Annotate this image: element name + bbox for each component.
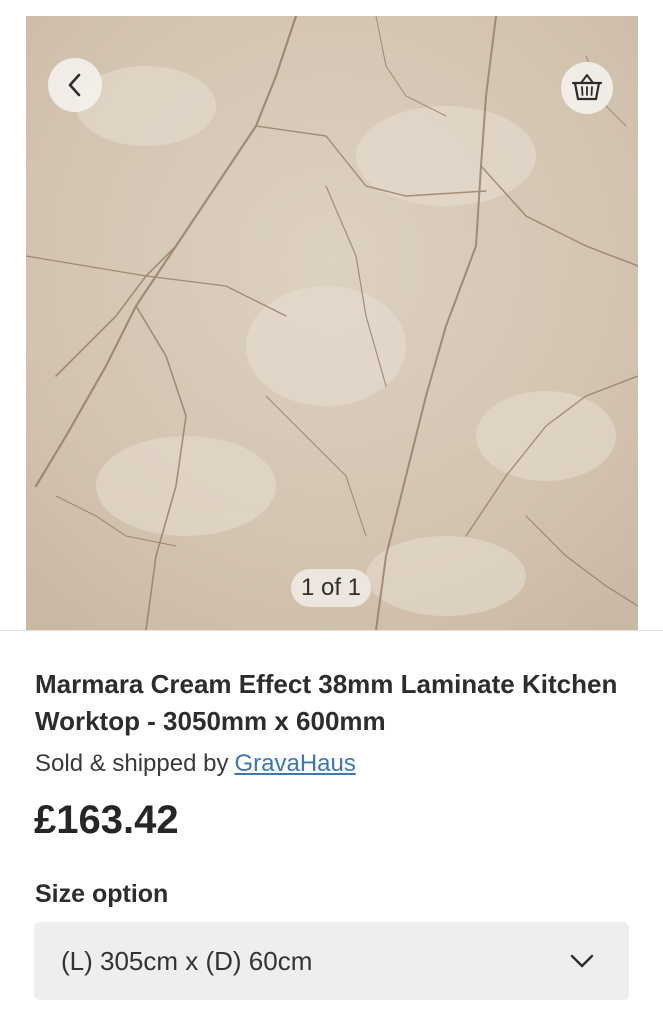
image-counter: 1 of 1 [291, 569, 371, 607]
back-button[interactable] [48, 58, 102, 112]
product-price: £163.42 [34, 798, 179, 842]
divider [0, 630, 663, 631]
seller-info: Sold & shipped by GravaHaus [35, 750, 356, 778]
product-image-gallery[interactable]: 1 of 1 [26, 16, 638, 630]
size-option-value: (L) 305cm x (D) 60cm [61, 945, 313, 976]
seller-link[interactable]: GravaHaus [234, 750, 355, 777]
product-image [26, 16, 638, 630]
seller-prefix: Sold & shipped by [35, 750, 229, 777]
size-option-select[interactable]: (L) 305cm x (D) 60cm [34, 922, 629, 1000]
size-option-label: Size option [35, 880, 169, 908]
product-title: Marmara Cream Effect 38mm Laminate Kitch… [35, 669, 618, 736]
chevron-down-icon [570, 954, 594, 968]
basket-icon [571, 74, 603, 101]
basket-button[interactable] [561, 62, 613, 114]
chevron-left-icon [68, 73, 81, 97]
